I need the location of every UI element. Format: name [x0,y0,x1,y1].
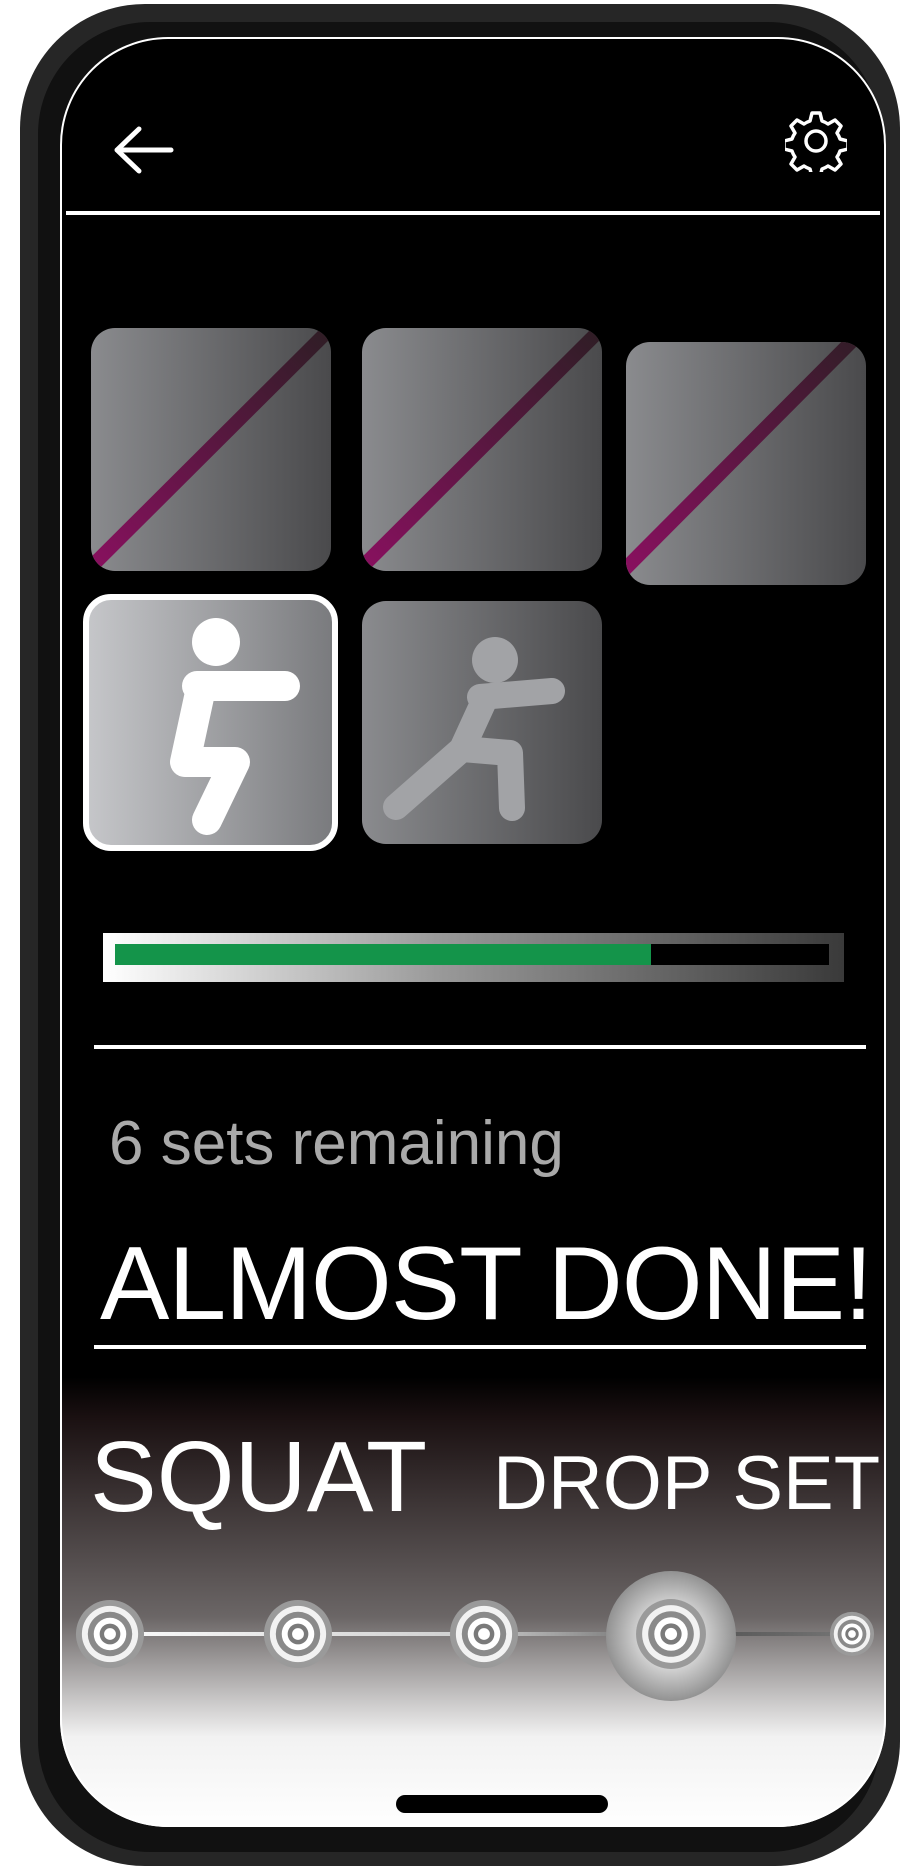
set-step-current[interactable] [633,1596,709,1672]
screen [60,37,886,1827]
workout-progress-bar [103,933,844,982]
exercise-tile-completed[interactable] [626,342,866,585]
completed-strike-icon [626,342,861,577]
progress-fill [115,944,651,965]
header-divider [66,211,880,215]
progress-track-inner [115,944,829,965]
exercise-tile-completed[interactable] [362,328,602,571]
status-headline: ALMOST DONE! [100,1226,873,1342]
completed-strike-icon [362,328,602,571]
home-indicator[interactable] [396,1795,608,1813]
completed-strike-icon [91,328,331,571]
lunge-figure-icon [383,637,565,821]
exercise-tile-upcoming[interactable] [362,601,602,844]
back-arrow-icon[interactable] [113,125,175,175]
gear-icon[interactable] [785,110,847,172]
exercise-tile-completed[interactable] [91,328,331,571]
sets-remaining-text: 6 sets remaining [109,1109,564,1178]
set-step-upcoming[interactable] [828,1610,876,1658]
exercise-name: SQUAT [90,1421,428,1533]
set-step-done[interactable] [447,1597,521,1671]
set-step-done[interactable] [261,1597,335,1671]
exercise-tile-current[interactable] [83,594,338,851]
exercise-mode: DROP SET [493,1441,881,1526]
squat-figure-icon [170,618,300,835]
progress-divider [94,1045,866,1049]
set-step-done[interactable] [73,1597,147,1671]
status-divider [94,1345,866,1349]
